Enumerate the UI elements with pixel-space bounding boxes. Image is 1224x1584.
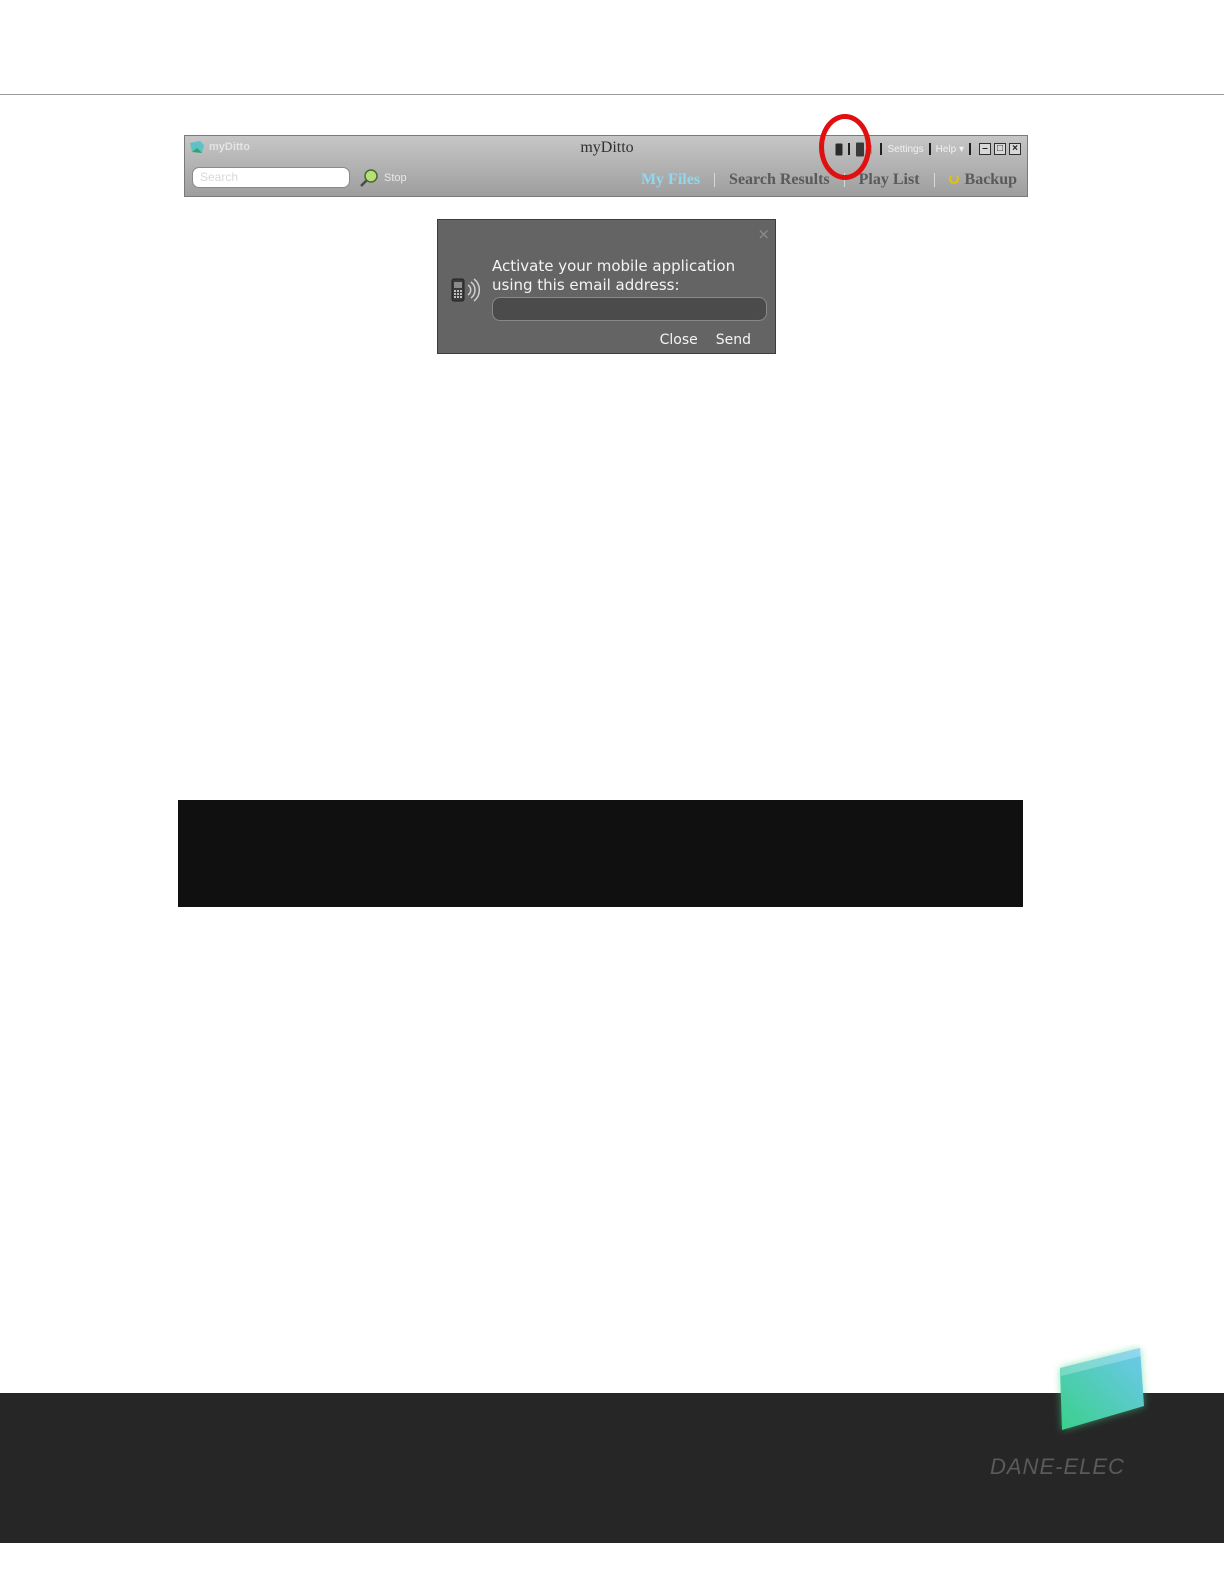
tab-backup-label: Backup [964,171,1017,188]
tab-backup[interactable]: Backup [948,171,1017,189]
black-banner [178,800,1023,907]
toolbar-separator [969,143,971,155]
settings-link[interactable]: Settings [887,144,923,155]
toolbar-separator [928,143,931,155]
help-menu[interactable]: Help ▾ [936,144,964,155]
myditto-logo-icon [190,141,204,153]
tab-play-list[interactable]: Play List [859,171,920,189]
toolbar-separator [880,143,883,155]
dialog-message: Activate your mobile application using t… [492,257,736,294]
close-button[interactable]: Close [660,332,698,348]
close-window-button[interactable]: × [1009,143,1021,155]
email-field[interactable] [492,297,767,321]
dialog-close-icon[interactable]: × [757,225,770,243]
logo-text: DANE-ELEC [990,1454,1125,1479]
tab-my-files[interactable]: My Files [641,171,700,189]
minimize-button[interactable]: – [979,143,991,155]
activate-mobile-dialog: × Activate your mobile application using… [437,219,776,354]
search-input[interactable]: Search [192,167,350,188]
dane-elec-card-logo-icon [1060,1348,1144,1430]
mydittto-app-window: myDitto myDitto Search Stop Settings Hel… [184,135,1028,197]
help-label: Help [935,143,957,155]
nav-separator [933,173,935,187]
dane-elec-wordmark: DANE-ELEC [990,1454,1125,1479]
app-brand: myDitto [209,141,250,153]
nav-separator [714,173,716,187]
mobile-phone-signal-icon [451,278,481,302]
backup-icon [948,174,959,184]
stop-button[interactable]: Stop [384,172,407,184]
search-magnifier-icon[interactable] [359,168,379,188]
maximize-button[interactable]: □ [994,143,1006,155]
tab-search-results[interactable]: Search Results [729,171,830,189]
dialog-actions: Close Send [660,332,751,348]
highlight-circle-annotation [819,114,871,180]
header-rule [0,94,1224,95]
send-button[interactable]: Send [716,332,751,348]
